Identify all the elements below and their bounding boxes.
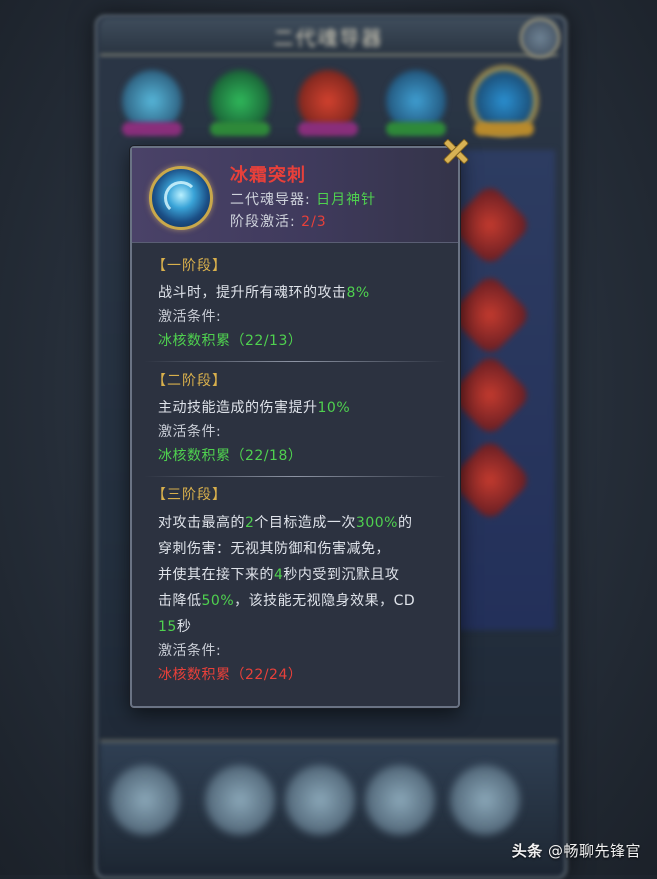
stage-3-description-line-5: 15秒 — [158, 614, 448, 640]
skill-detail-popup: 冰霜突刺 二代魂导器: 日月神针 阶段激活: 2/3 【一阶段】 战斗时，提升所… — [130, 138, 470, 708]
desc-text: 穿刺伤害：无视其防御和伤害减免， — [158, 541, 390, 557]
desc-value: 300% — [355, 515, 398, 531]
stage-3-description-line-1: 对攻击最高的2个目标造成一次300%的 — [158, 510, 448, 536]
background-bottom-icon[interactable] — [205, 765, 275, 835]
watermark-author: @畅聊先锋官 — [547, 842, 641, 860]
device-label: 二代魂导器: — [230, 192, 311, 208]
stage-1-condition-label: 激活条件: — [158, 309, 222, 325]
stage-2-condition-label: 激活条件: — [158, 424, 222, 440]
stage-1-description: 战斗时，提升所有魂环的攻击8% — [158, 280, 448, 306]
stage-3-title: 【三阶段】 — [152, 487, 227, 503]
desc-value: 4 — [274, 567, 284, 583]
desc-text: 击降低 — [158, 593, 202, 609]
slot-tag — [386, 122, 446, 136]
stage-2-desc-text: 主动技能造成的伤害提升 — [158, 400, 318, 416]
watermark: 头条 @畅聊先锋官 — [512, 840, 641, 861]
divider — [144, 361, 446, 362]
desc-text: ，该技能无视隐身效果，CD — [234, 593, 416, 609]
popup-header: 冰霜突刺 二代魂导器: 日月神针 阶段激活: 2/3 — [132, 148, 458, 243]
stage-2-condition-value: 冰核数积累（22/18） — [158, 448, 303, 464]
stage-activation-value: 2/3 — [301, 214, 327, 230]
divider — [144, 476, 446, 477]
desc-value: 2 — [245, 515, 255, 531]
stage-3-description-line-2: 穿刺伤害：无视其防御和伤害减免， — [158, 536, 448, 562]
stage-3-description-line-3: 并使其在接下来的4秒内受到沉默且攻 — [158, 562, 448, 588]
stage-2-title: 【二阶段】 — [152, 373, 227, 389]
slot-tag — [210, 122, 270, 136]
device-name: 日月神针 — [316, 192, 377, 208]
slot-tag — [474, 122, 534, 136]
desc-text: 对攻击最高的 — [158, 515, 245, 531]
background-bottom-icon[interactable] — [450, 765, 520, 835]
stage-3-condition-label: 激活条件: — [158, 643, 222, 659]
skill-name: 冰霜突刺 — [230, 165, 306, 186]
frost-orb-icon — [149, 166, 213, 230]
stage-1-desc-text: 战斗时，提升所有魂环的攻击 — [158, 285, 347, 301]
watermark-brand: 头条 — [511, 842, 543, 860]
stage-2-desc-value: 10% — [317, 400, 351, 416]
slot-tag — [298, 122, 358, 136]
desc-text: 的 — [397, 515, 413, 531]
stage-3-condition-value: 冰核数积累（22/24） — [158, 667, 303, 683]
stage-3-description-line-4: 击降低50%，该技能无视隐身效果，CD — [158, 588, 448, 614]
slot-tag — [122, 122, 182, 136]
background-bottom-icon[interactable] — [285, 765, 355, 835]
stage-2-description: 主动技能造成的伤害提升10% — [158, 395, 448, 421]
stage-activation-line: 阶段激活: 2/3 — [230, 211, 327, 231]
stage-1-title: 【一阶段】 — [152, 258, 227, 274]
device-line: 二代魂导器: 日月神针 — [230, 189, 376, 209]
stage-activation-label: 阶段激活: — [230, 214, 296, 230]
close-x-icon[interactable] — [440, 136, 470, 166]
desc-value: 50% — [201, 593, 235, 609]
desc-value: 15 — [158, 619, 177, 635]
desc-text: 秒 — [176, 619, 192, 635]
background-corner-button[interactable] — [520, 18, 560, 58]
desc-text: 秒内受到沉默且攻 — [283, 567, 400, 583]
desc-text: 个目标造成一次 — [254, 515, 356, 531]
desc-text: 并使其在接下来的 — [158, 567, 274, 583]
background-bottom-icon[interactable] — [110, 765, 180, 835]
stage-1-desc-value: 8% — [346, 285, 370, 301]
stage-1-condition-value: 冰核数积累（22/13） — [158, 333, 303, 349]
background-bottom-icon[interactable] — [365, 765, 435, 835]
